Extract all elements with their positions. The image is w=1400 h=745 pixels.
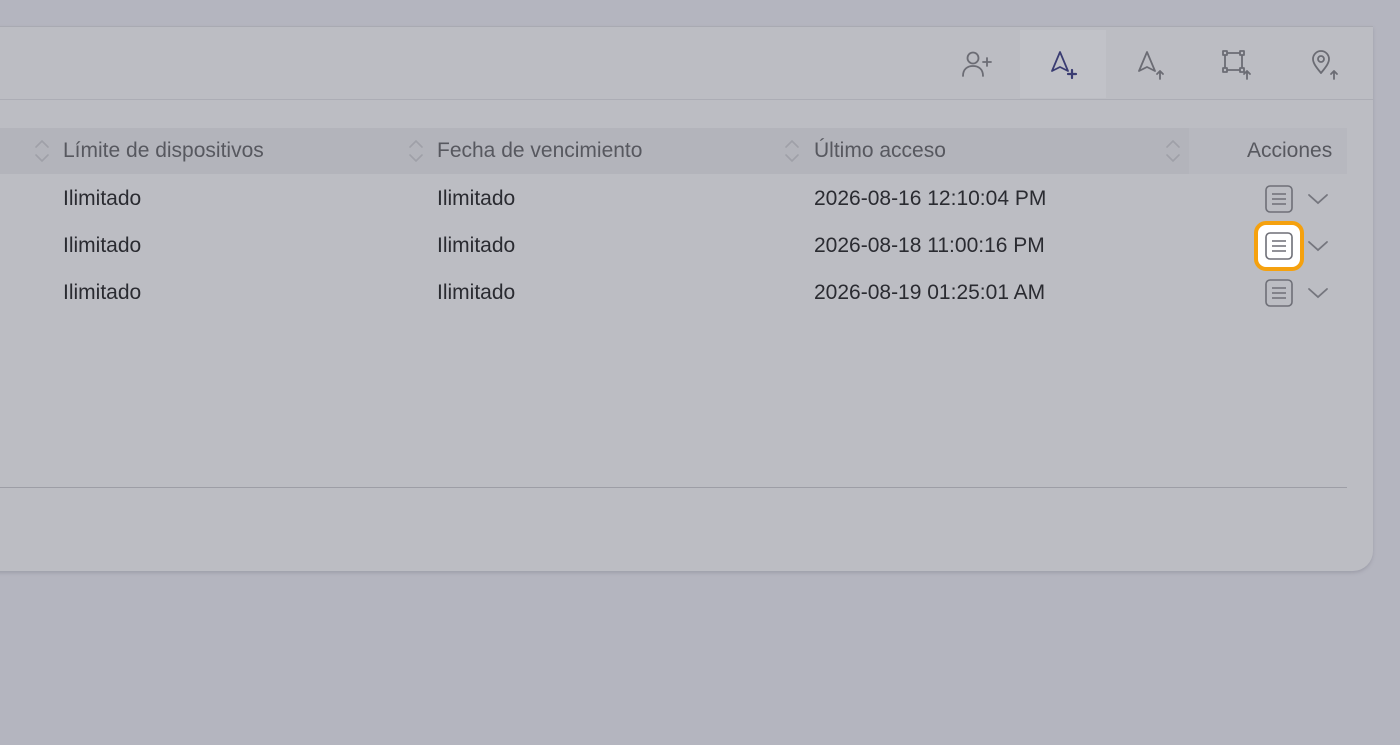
sort-icon[interactable] — [33, 136, 51, 166]
expand-button[interactable] — [1307, 189, 1329, 209]
details-button[interactable] — [1264, 278, 1294, 308]
cell-device-limit: Ilimitado — [63, 234, 142, 257]
upload-geofence-button[interactable] — [1194, 30, 1280, 98]
chevron-down-icon — [1308, 241, 1328, 252]
add-user-button[interactable] — [933, 30, 1019, 98]
cell-expiry-date: Ilimitado — [437, 234, 516, 257]
cell-expiry-date: Ilimitado — [437, 281, 516, 304]
expand-button[interactable] — [1307, 236, 1329, 256]
document-icon — [1265, 185, 1293, 213]
add-vehicle-button[interactable] — [1020, 30, 1106, 98]
table-row: Ilimitado Ilimitado 2026-08-18 11:00:16 … — [0, 221, 1347, 271]
details-button[interactable] — [1264, 184, 1294, 214]
document-icon — [1265, 279, 1293, 307]
table-row: Ilimitado Ilimitado 2026-08-19 01:25:01 … — [0, 270, 1347, 316]
upload-vehicle-button[interactable] — [1107, 30, 1193, 98]
document-icon — [1265, 232, 1293, 260]
table-footer-divider — [0, 487, 1347, 488]
cell-last-access: 2026-08-16 12:10:04 PM — [814, 187, 1047, 210]
cell-last-access: 2026-08-19 01:25:01 AM — [814, 281, 1046, 304]
sort-icon[interactable] — [1164, 136, 1182, 166]
toolbar — [0, 27, 1373, 100]
column-header-actions: Acciones — [1247, 139, 1333, 162]
users-panel: Límite de dispositivos Fecha de vencimie… — [0, 26, 1373, 571]
upload-poi-button[interactable] — [1281, 30, 1367, 98]
sort-icon[interactable] — [783, 136, 801, 166]
expand-button[interactable] — [1307, 283, 1329, 303]
upload-vehicle-icon — [1138, 51, 1164, 80]
upload-poi-icon — [1312, 50, 1338, 80]
table-row: Ilimitado Ilimitado 2026-08-16 12:10:04 … — [0, 176, 1347, 222]
cell-device-limit: Ilimitado — [63, 281, 142, 304]
add-user-icon — [962, 51, 992, 77]
column-header-expiry-date[interactable]: Fecha de vencimiento — [437, 128, 642, 174]
upload-geofence-icon — [1222, 50, 1251, 80]
table-header: Límite de dispositivos Fecha de vencimie… — [0, 128, 1347, 174]
add-vehicle-icon — [1051, 51, 1078, 80]
details-button[interactable] — [1254, 221, 1304, 271]
column-header-last-access[interactable]: Último acceso — [814, 128, 946, 174]
chevron-down-icon — [1308, 194, 1328, 205]
sort-icon[interactable] — [407, 136, 425, 166]
cell-device-limit: Ilimitado — [63, 187, 142, 210]
cell-expiry-date: Ilimitado — [437, 187, 516, 210]
cell-last-access: 2026-08-18 11:00:16 PM — [814, 234, 1045, 257]
chevron-down-icon — [1308, 288, 1328, 299]
column-header-device-limit[interactable]: Límite de dispositivos — [63, 128, 264, 174]
